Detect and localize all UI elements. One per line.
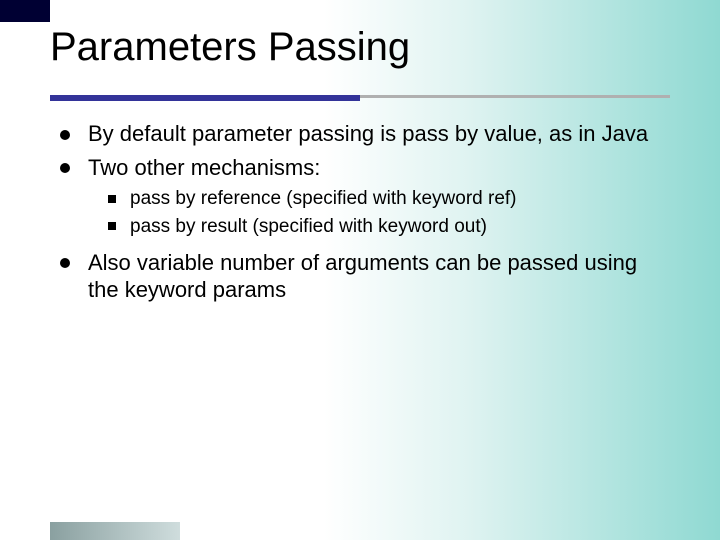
title-underline [0, 95, 720, 107]
list-item: By default parameter passing is pass by … [60, 120, 660, 148]
slide-title: Parameters Passing [50, 25, 670, 79]
bullet-text: pass by reference (specified with keywor… [130, 188, 517, 209]
list-item: pass by reference (specified with keywor… [108, 187, 660, 211]
bullet-text: Two other mechanisms: [88, 155, 320, 180]
slide-body: By default parameter passing is pass by … [60, 120, 660, 310]
footer-accent-bar [50, 522, 180, 540]
header-accent-bar [0, 0, 50, 22]
list-item: Two other mechanisms: pass by reference … [60, 154, 660, 239]
list-item: pass by result (specified with keyword o… [108, 215, 660, 239]
bullet-text: pass by result (specified with keyword o… [130, 216, 487, 237]
title-area: Parameters Passing [50, 25, 670, 79]
bullet-list: By default parameter passing is pass by … [60, 120, 660, 304]
underline-blue [50, 95, 360, 101]
bullet-text: Also variable number of arguments can be… [88, 250, 637, 303]
bullet-text: By default parameter passing is pass by … [88, 121, 648, 146]
list-item: Also variable number of arguments can be… [60, 249, 660, 304]
sub-bullet-list: pass by reference (specified with keywor… [88, 187, 660, 239]
